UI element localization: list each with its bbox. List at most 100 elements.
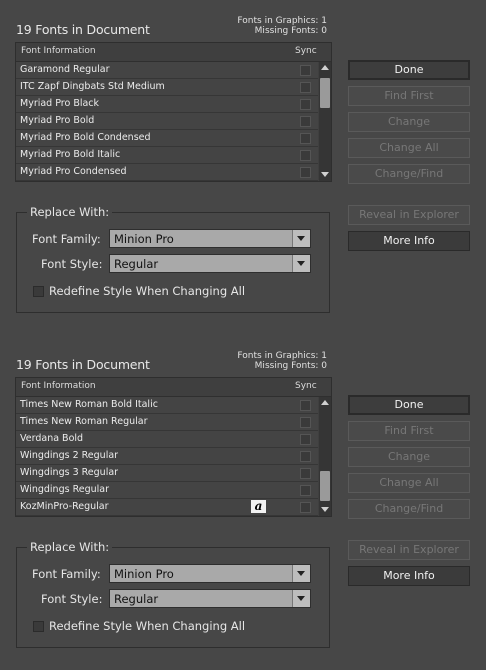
scroll-up-arrow-icon[interactable]: [321, 400, 329, 405]
change-button[interactable]: Change: [348, 112, 470, 132]
font-list-header: Font Information Sync: [16, 378, 331, 397]
font-family-select[interactable]: Minion Pro: [109, 229, 311, 248]
list-scrollbar[interactable]: [319, 62, 331, 181]
change-find-button[interactable]: Change/Find: [348, 499, 470, 519]
font-row[interactable]: Myriad Pro Condensed: [16, 164, 318, 181]
replace-with-group: Replace With: Font Family: Minion Pro Fo…: [16, 205, 330, 313]
font-style-select[interactable]: Regular: [109, 254, 311, 273]
chevron-down-icon[interactable]: [292, 565, 310, 582]
font-glyph-icon: a: [251, 500, 266, 513]
sync-checkbox[interactable]: [300, 167, 311, 178]
font-name: Times New Roman Bold Italic: [20, 399, 158, 410]
font-list-header: Font Information Sync: [16, 43, 331, 62]
change-all-button[interactable]: Change All: [348, 473, 470, 493]
font-family-label: Font Family:: [32, 232, 101, 246]
font-row[interactable]: Wingdings Regular: [16, 482, 318, 499]
reveal-in-explorer-button[interactable]: Reveal in Explorer: [348, 205, 470, 225]
redefine-style-label: Redefine Style When Changing All: [49, 619, 246, 633]
sync-checkbox[interactable]: [300, 82, 311, 93]
font-row[interactable]: Wingdings 2 Regular: [16, 448, 318, 465]
replace-with-title: Replace With:: [27, 540, 113, 554]
sync-checkbox[interactable]: [300, 417, 311, 428]
redefine-style-checkbox[interactable]: [33, 621, 44, 632]
sync-checkbox[interactable]: [300, 485, 311, 496]
sync-checkbox[interactable]: [300, 451, 311, 462]
font-row[interactable]: Myriad Pro Black: [16, 96, 318, 113]
font-rows: Times New Roman Bold Italic Times New Ro…: [16, 397, 318, 516]
done-button[interactable]: Done: [348, 395, 470, 415]
fonts-in-graphics: Fonts in Graphics: 1: [237, 16, 327, 26]
font-row[interactable]: KozMinPro-Regular a: [16, 499, 318, 516]
find-first-button[interactable]: Find First: [348, 421, 470, 441]
redefine-style-label: Redefine Style When Changing All: [49, 284, 246, 298]
redefine-style-checkbox[interactable]: [33, 286, 44, 297]
scroll-up-arrow-icon[interactable]: [321, 65, 329, 70]
column-header-font-information[interactable]: Font Information: [21, 46, 96, 56]
scroll-thumb[interactable]: [320, 471, 330, 501]
missing-fonts: Missing Fonts: 0: [254, 361, 327, 371]
column-header-sync[interactable]: Sync: [295, 46, 317, 56]
sync-checkbox[interactable]: [300, 400, 311, 411]
font-style-select[interactable]: Regular: [109, 589, 311, 608]
sync-checkbox[interactable]: [300, 65, 311, 76]
sync-checkbox[interactable]: [300, 116, 311, 127]
font-style-label: Font Style:: [41, 257, 103, 271]
chevron-down-icon[interactable]: [292, 230, 310, 247]
font-row[interactable]: Myriad Pro Bold Condensed: [16, 130, 318, 147]
sync-checkbox[interactable]: [300, 468, 311, 479]
chevron-down-icon[interactable]: [292, 255, 310, 272]
find-first-button[interactable]: Find First: [348, 86, 470, 106]
scroll-thumb[interactable]: [320, 78, 330, 108]
font-row[interactable]: Verdana Bold: [16, 431, 318, 448]
font-row[interactable]: ITC Zapf Dingbats Std Medium: [16, 79, 318, 96]
font-list[interactable]: Font Information Sync Times New Roman Bo…: [15, 377, 332, 517]
font-stats: Fonts in Graphics: 1 Missing Fonts: 0: [237, 351, 327, 371]
scroll-down-arrow-icon[interactable]: [321, 172, 329, 177]
font-name: Times New Roman Regular: [20, 416, 148, 427]
font-rows: Garamond Regular ITC Zapf Dingbats Std M…: [16, 62, 318, 181]
font-row[interactable]: Times New Roman Bold Italic: [16, 397, 318, 414]
font-row[interactable]: Wingdings 3 Regular: [16, 465, 318, 482]
font-name: Myriad Pro Bold: [20, 115, 95, 126]
column-header-sync[interactable]: Sync: [295, 381, 317, 391]
font-row[interactable]: Myriad Pro Bold: [16, 113, 318, 130]
font-name: Garamond Regular: [20, 64, 110, 75]
column-header-font-information[interactable]: Font Information: [21, 381, 96, 391]
find-font-panel-2: 19 Fonts in Document Fonts in Graphics: …: [0, 335, 486, 665]
font-style-label: Font Style:: [41, 592, 103, 606]
more-info-button[interactable]: More Info: [348, 566, 470, 586]
list-scrollbar[interactable]: [319, 397, 331, 516]
font-name: Wingdings 3 Regular: [20, 467, 119, 478]
font-family-value: Minion Pro: [114, 232, 174, 246]
font-row[interactable]: Myriad Pro Bold Italic: [16, 147, 318, 164]
font-name: ITC Zapf Dingbats Std Medium: [20, 81, 165, 92]
reveal-in-explorer-button[interactable]: Reveal in Explorer: [348, 540, 470, 560]
change-button[interactable]: Change: [348, 447, 470, 467]
font-style-value: Regular: [114, 257, 159, 271]
font-stats: Fonts in Graphics: 1 Missing Fonts: 0: [237, 16, 327, 36]
fonts-count-title: 19 Fonts in Document: [16, 357, 150, 372]
font-name: Wingdings 2 Regular: [20, 450, 119, 461]
sync-checkbox[interactable]: [300, 434, 311, 445]
font-row[interactable]: Garamond Regular: [16, 62, 318, 79]
font-family-select[interactable]: Minion Pro: [109, 564, 311, 583]
font-name: Myriad Pro Condensed: [20, 166, 127, 177]
font-list[interactable]: Font Information Sync Garamond Regular I…: [15, 42, 332, 182]
font-name: Myriad Pro Black: [20, 98, 100, 109]
done-button[interactable]: Done: [348, 60, 470, 80]
sync-checkbox[interactable]: [300, 99, 311, 110]
chevron-down-icon[interactable]: [292, 590, 310, 607]
sync-checkbox[interactable]: [300, 133, 311, 144]
change-find-button[interactable]: Change/Find: [348, 164, 470, 184]
replace-with-title: Replace With:: [27, 205, 113, 219]
change-all-button[interactable]: Change All: [348, 138, 470, 158]
fonts-in-graphics: Fonts in Graphics: 1: [237, 351, 327, 361]
font-row[interactable]: Times New Roman Regular: [16, 414, 318, 431]
sync-checkbox[interactable]: [300, 502, 311, 513]
font-name: Wingdings Regular: [20, 484, 110, 495]
more-info-button[interactable]: More Info: [348, 231, 470, 251]
replace-with-group: Replace With: Font Family: Minion Pro Fo…: [16, 540, 330, 648]
scroll-down-arrow-icon[interactable]: [321, 507, 329, 512]
font-name: Verdana Bold: [20, 433, 84, 444]
sync-checkbox[interactable]: [300, 150, 311, 161]
